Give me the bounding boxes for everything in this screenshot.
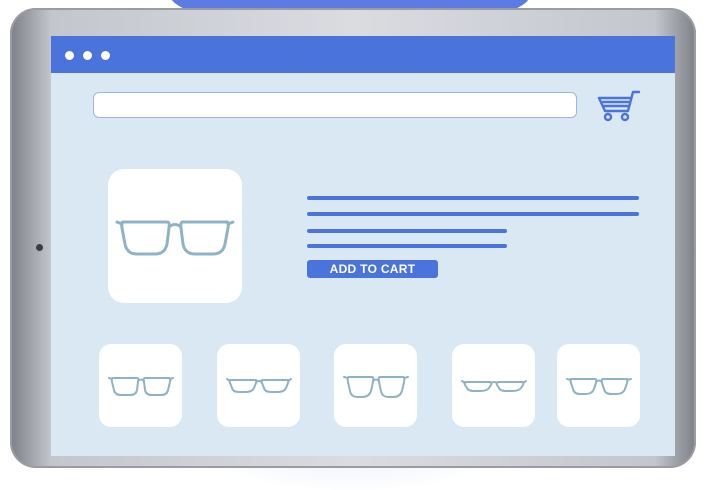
window-control-dot[interactable]: [83, 51, 92, 60]
product-title-line: [307, 212, 639, 216]
glasses-icon: [460, 379, 527, 392]
window-control-dot[interactable]: [101, 51, 110, 60]
shopping-cart-icon[interactable]: [595, 86, 645, 126]
glasses-icon: [107, 376, 174, 396]
product-image[interactable]: [108, 169, 242, 303]
add-to-cart-button[interactable]: ADD TO CART: [307, 260, 438, 278]
product-description-line: [307, 244, 507, 248]
tablet-screen: ADD TO CART: [51, 36, 675, 456]
glasses-icon: [115, 220, 235, 256]
product-description-line: [307, 229, 507, 233]
glasses-icon: [342, 375, 409, 398]
product-thumbnail[interactable]: [452, 344, 535, 427]
product-thumbnail[interactable]: [99, 344, 182, 427]
product-thumbnail[interactable]: [334, 344, 417, 427]
product-thumbnail[interactable]: [557, 344, 640, 427]
window-control-dot[interactable]: [65, 51, 74, 60]
product-thumbnail[interactable]: [217, 344, 300, 427]
glasses-icon: [225, 377, 292, 393]
tablet-frame: ADD TO CART: [10, 8, 696, 468]
browser-title-bar: [51, 36, 675, 73]
glasses-icon: [565, 377, 632, 395]
camera-dot: [36, 244, 43, 251]
product-title-line: [307, 196, 639, 200]
search-input[interactable]: [93, 92, 577, 118]
